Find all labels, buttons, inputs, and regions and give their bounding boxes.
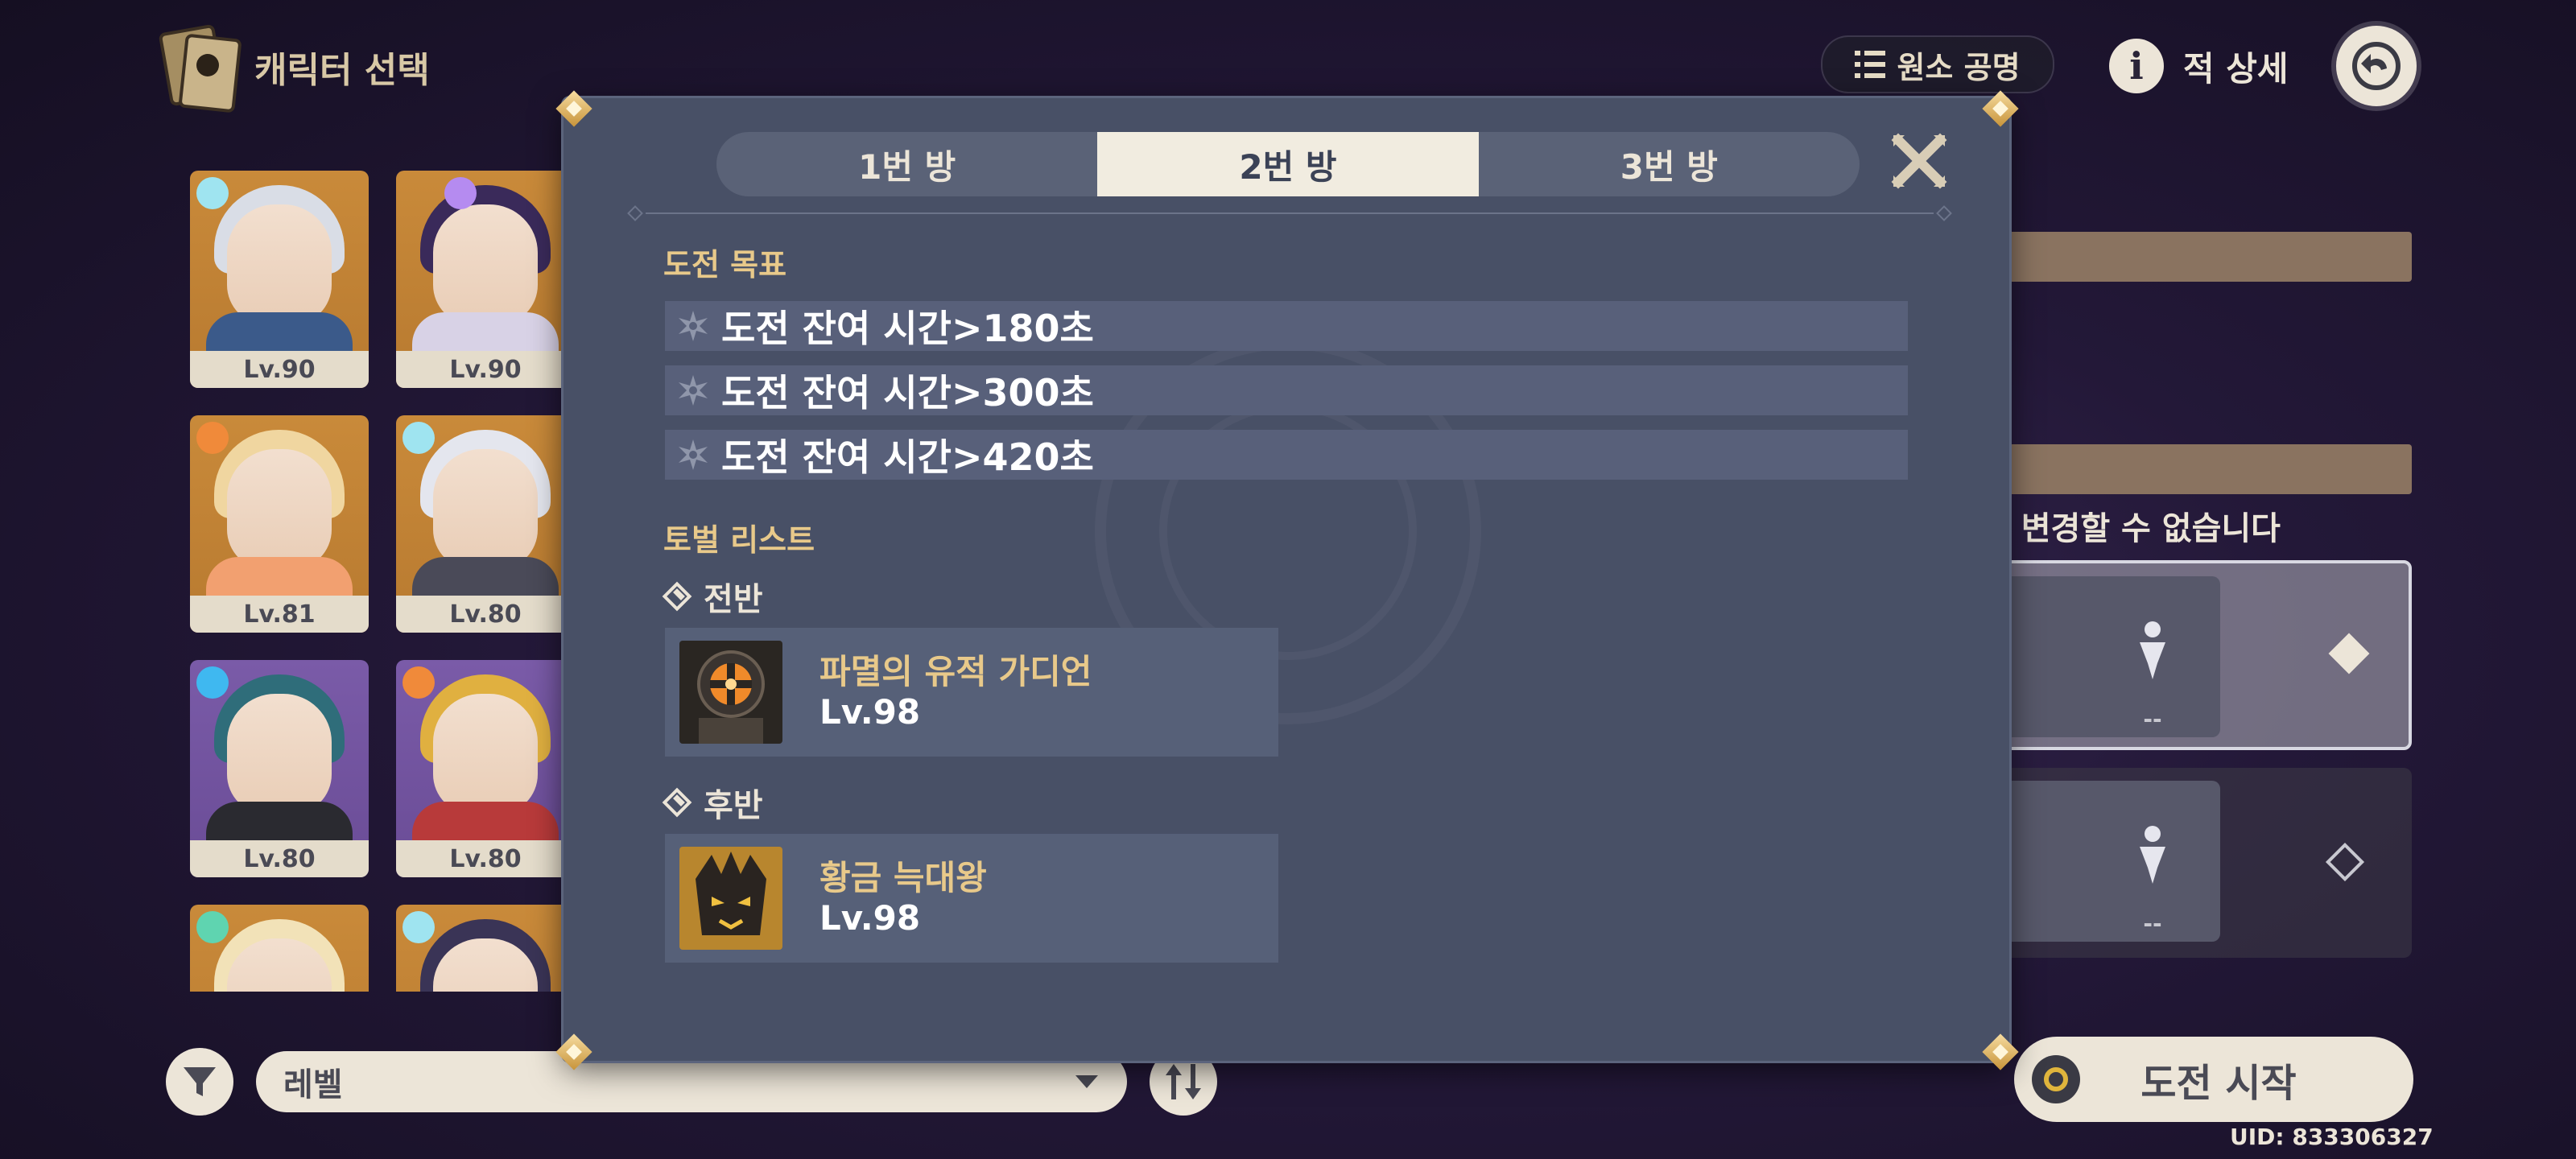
filter-button[interactable] — [166, 1048, 233, 1116]
filter-icon — [184, 1067, 216, 1096]
sort-select-value: 레벨 — [283, 1066, 343, 1103]
character-card[interactable]: Lv.80 — [396, 415, 564, 633]
corner-ornament — [554, 1032, 594, 1072]
character-card[interactable] — [190, 905, 369, 992]
close-button[interactable] — [1887, 129, 1951, 193]
pyro-element-icon — [402, 666, 435, 699]
team-header-bar — [1980, 232, 2412, 282]
selected-diamond-icon — [2328, 633, 2370, 674]
start-icon — [2032, 1055, 2080, 1103]
boss-card[interactable]: 파멸의 유적 가디언 Lv.98 — [665, 628, 1278, 757]
sort-toggle-icon — [1166, 1064, 1201, 1099]
team-header-bar — [1980, 444, 2412, 494]
character-card[interactable]: Lv.81 — [190, 415, 369, 633]
team-slot[interactable]: -- — [2085, 781, 2220, 942]
elemental-resonance-label: 원소 공명 — [1897, 49, 2021, 85]
team-lock-warning: 중 변경할 수 없습니다 — [1980, 510, 2281, 547]
boss-card[interactable]: 황금 늑대왕 Lv.98 — [665, 834, 1278, 963]
star-icon — [679, 311, 708, 341]
half-diamond-icon — [662, 787, 692, 818]
back-arrow-icon — [2352, 42, 2401, 90]
tab-chamber-2[interactable]: 2번 방 — [1097, 132, 1479, 196]
chamber-tabs: 1번 방 2번 방 3번 방 — [716, 132, 1860, 196]
modal-divider — [627, 205, 1952, 221]
anemo-element-icon — [196, 911, 229, 943]
character-level: Lv.80 — [396, 596, 564, 633]
uid-label: UID: 833306327 — [2230, 1124, 2434, 1150]
corner-ornament — [554, 89, 594, 129]
enemy-details-button[interactable]: i 적 상세 — [2109, 35, 2289, 97]
character-card[interactable] — [396, 905, 564, 992]
first-half-text: 전반 — [704, 581, 763, 618]
start-challenge-button[interactable]: 도전 시작 — [2014, 1037, 2413, 1122]
first-half-label: 전반 — [662, 573, 763, 620]
character-level: Lv.80 — [190, 840, 369, 877]
tab-chamber-1[interactable]: 1번 방 — [716, 132, 1097, 196]
slot-level: -- — [2143, 706, 2162, 732]
unselected-diamond-icon — [2325, 842, 2365, 882]
elemental-resonance-button[interactable]: 원소 공명 — [1821, 35, 2054, 93]
character-level: Lv.81 — [190, 596, 369, 633]
star-icon — [679, 375, 708, 406]
goal-row: 도전 잔여 시간>180초 — [665, 301, 1908, 351]
electro-element-icon — [444, 177, 477, 209]
list-icon — [1855, 51, 1886, 78]
goal-row: 도전 잔여 시간>300초 — [665, 365, 1908, 415]
challenge-goals-title: 도전 목표 — [663, 247, 787, 283]
star-icon — [679, 439, 708, 470]
second-half-text: 후반 — [704, 787, 763, 824]
corner-ornament — [1980, 1032, 2021, 1072]
close-icon — [1891, 133, 1947, 189]
character-select-header: 캐릭터 선택 — [158, 23, 430, 113]
boss-name: 황금 늑대왕 — [819, 858, 987, 897]
tab-chamber-3[interactable]: 3번 방 — [1479, 132, 1860, 196]
team-slot[interactable]: -- — [2085, 576, 2220, 737]
start-challenge-label: 도전 시작 — [2140, 1061, 2297, 1106]
cryo-element-icon — [196, 177, 229, 209]
back-button[interactable] — [2336, 26, 2417, 106]
corner-ornament — [1980, 89, 2021, 129]
character-card[interactable]: Lv.80 — [396, 660, 564, 877]
empty-slot-icon — [2140, 621, 2165, 679]
goal-text: 도전 잔여 시간>300초 — [721, 371, 1094, 415]
character-grid: Lv.90 Lv.90 Lv.81 Lv.80 Lv.80 Lv.80 — [190, 171, 564, 992]
team-2-panel[interactable]: -- — [1980, 768, 2412, 958]
character-level: Lv.90 — [190, 351, 369, 388]
character-level: Lv.80 — [396, 840, 564, 877]
chevron-down-icon — [1075, 1075, 1098, 1088]
second-half-label: 후반 — [662, 779, 763, 826]
boss-name: 파멸의 유적 가디언 — [819, 652, 1092, 691]
goal-row: 도전 잔여 시간>420초 — [665, 430, 1908, 480]
boss-list-title: 토벌 리스트 — [663, 522, 815, 558]
empty-slot-icon — [2140, 826, 2165, 884]
half-diamond-icon — [662, 581, 692, 612]
info-icon: i — [2109, 39, 2164, 93]
ruin-guard-portrait — [679, 641, 782, 744]
goal-text: 도전 잔여 시간>420초 — [721, 435, 1094, 479]
enemy-details-label: 적 상세 — [2183, 48, 2289, 89]
golden-wolflord-portrait — [679, 847, 782, 950]
goal-text: 도전 잔여 시간>180초 — [721, 307, 1094, 350]
cryo-element-icon — [402, 422, 435, 454]
pyro-element-icon — [196, 422, 229, 454]
character-cards-icon — [158, 23, 242, 113]
hydro-element-icon — [196, 666, 229, 699]
page-title: 캐릭터 선택 — [254, 50, 430, 91]
slot-level: -- — [2143, 910, 2162, 937]
character-card[interactable]: Lv.90 — [190, 171, 369, 388]
cryo-element-icon — [402, 911, 435, 943]
boss-level: Lv.98 — [819, 898, 921, 938]
team-1-panel[interactable]: -- — [1980, 560, 2412, 750]
character-card[interactable]: Lv.80 — [190, 660, 369, 877]
character-card[interactable]: Lv.90 — [396, 171, 564, 388]
character-level: Lv.90 — [396, 351, 564, 388]
boss-level: Lv.98 — [819, 692, 921, 732]
